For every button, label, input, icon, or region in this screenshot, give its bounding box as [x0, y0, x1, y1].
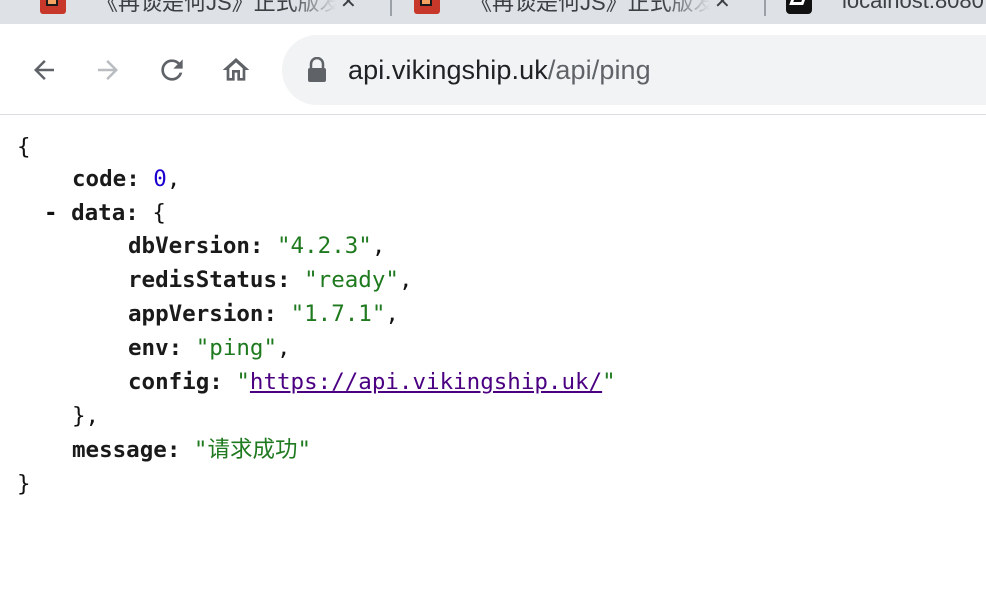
json-entry-message: message: "请求成功" [72, 437, 312, 463]
tab-2[interactable]: 《再谈是何JS》正式版发布 ✕ [414, 0, 731, 16]
json-key: dbVersion [128, 233, 250, 259]
url-path: /api/ping [547, 54, 651, 85]
json-open-brace: { [17, 134, 31, 160]
json-string-value: "ping" [195, 335, 278, 361]
reload-icon [161, 59, 183, 81]
tab-title: 《再谈是何JS》正式版发布 [470, 0, 710, 15]
json-entry-redisstatus: redisStatus: "ready", [128, 267, 413, 293]
back-button[interactable] [24, 50, 64, 90]
json-key: env [128, 335, 169, 361]
json-key: data [71, 200, 126, 226]
json-key: redisStatus [128, 267, 278, 293]
tab-title: 《再谈是何JS》正式版发布 [96, 0, 336, 15]
forward-button[interactable] [88, 50, 128, 90]
json-key: config [128, 369, 210, 395]
site-favicon-icon [40, 0, 66, 14]
tab-separator [764, 0, 766, 16]
reload-button[interactable] [152, 50, 192, 90]
site-favicon-icon [414, 0, 440, 14]
tab-title: localhost:8080 [842, 0, 984, 13]
json-key: code [72, 166, 127, 192]
json-entry-code: code: 0, [72, 166, 181, 192]
json-key: appVersion [128, 301, 264, 327]
json-viewer: { code: 0, - data: { dbVersion: "4.2.3",… [0, 115, 986, 614]
tab-3[interactable]: localhost:8080 [786, 0, 986, 16]
back-arrow-icon [34, 60, 54, 80]
address-bar[interactable]: api.vikingship.uk/api/ping [282, 35, 986, 105]
config-url-link[interactable]: https://api.vikingship.uk/ [250, 369, 602, 395]
json-string-value: "请求成功" [193, 437, 312, 463]
dark-logo-icon [786, 0, 812, 14]
json-string-value: "4.2.3" [277, 233, 372, 259]
url-text[interactable]: api.vikingship.uk/api/ping [348, 55, 651, 86]
tab-separator [390, 0, 392, 16]
lock-icon[interactable] [306, 56, 328, 83]
home-icon [222, 58, 250, 81]
json-close-brace: } [17, 471, 31, 497]
json-entry-env: env: "ping", [128, 335, 291, 361]
home-button[interactable] [216, 50, 256, 90]
json-entry-data: - data: { [44, 200, 166, 226]
json-entry-appversion: appVersion: "1.7.1", [128, 301, 399, 327]
json-key: message [72, 437, 167, 463]
json-number-value: 0 [153, 166, 167, 192]
json-entry-config: config: "https://api.vikingship.uk/" [128, 369, 616, 395]
json-string-value: "1.7.1" [290, 301, 386, 327]
browser-toolbar: api.vikingship.uk/api/ping [0, 24, 986, 115]
tab-close-icon[interactable]: ✕ [714, 0, 731, 14]
tab-strip: 《再谈是何JS》正式版发布 ✕ 《再谈是何JS》正式版发布 ✕ localhos… [0, 0, 986, 24]
collapse-toggle[interactable]: - [44, 200, 58, 226]
url-host: api.vikingship.uk [348, 54, 548, 85]
json-string-value: "ready" [304, 267, 399, 293]
json-entry-dbversion: dbVersion: "4.2.3", [128, 233, 386, 259]
tab-1[interactable]: 《再谈是何JS》正式版发布 ✕ [40, 0, 357, 16]
forward-arrow-icon [98, 60, 118, 80]
json-data-close: }, [72, 403, 100, 429]
tab-close-icon[interactable]: ✕ [340, 0, 357, 14]
